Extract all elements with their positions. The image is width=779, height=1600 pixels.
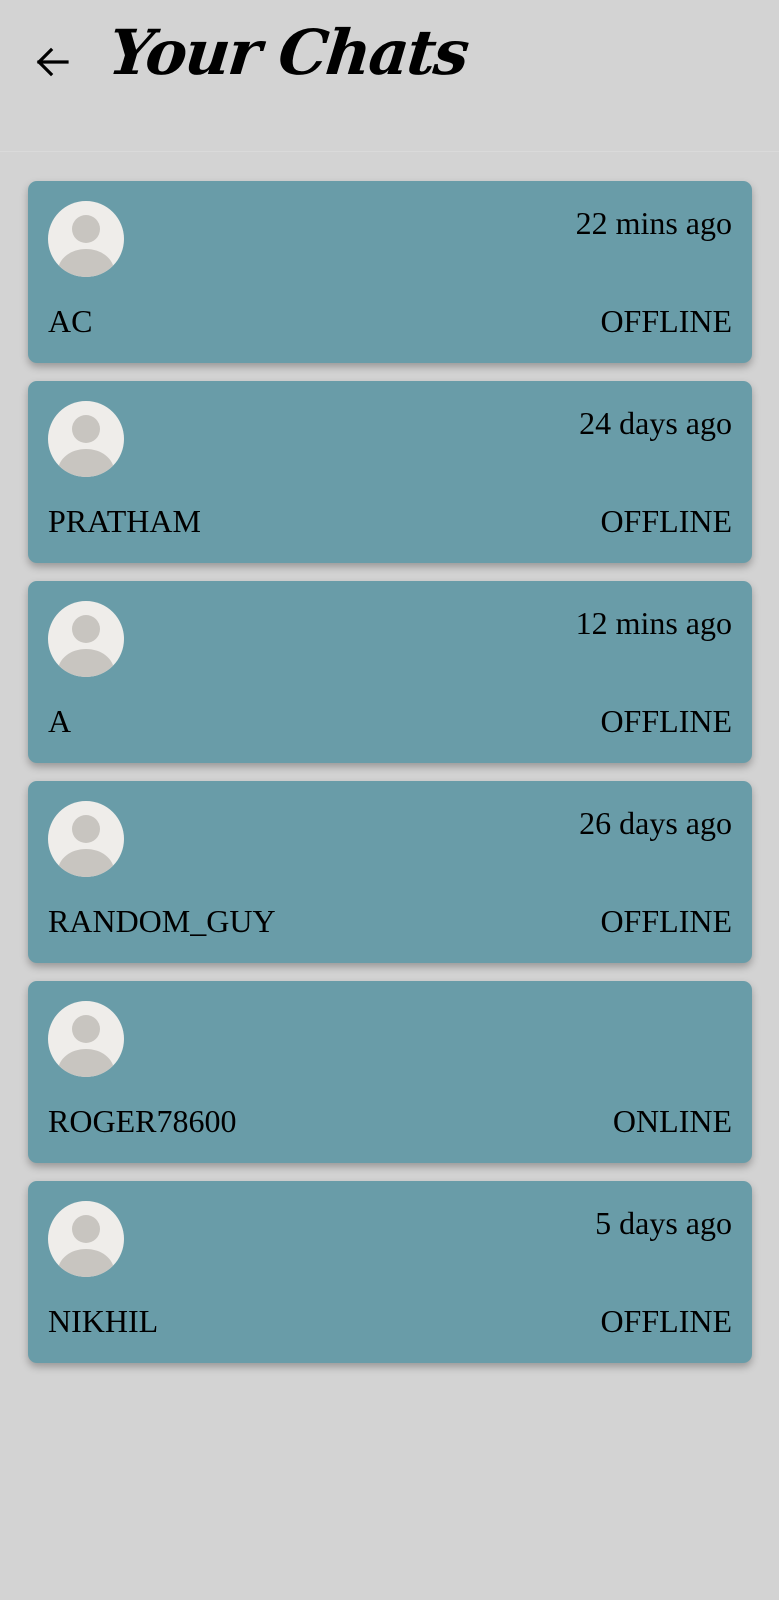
chat-username: NIKHIL (48, 1303, 159, 1339)
online-status: OFFLINE (600, 503, 732, 539)
last-seen-time: 12 mins ago (575, 605, 732, 641)
chat-username: PRATHAM (48, 503, 201, 539)
arrow-left-icon (36, 47, 69, 77)
last-seen-time: 22 mins ago (575, 205, 732, 241)
default-user-avatar-icon (48, 1001, 124, 1077)
chat-username: ROGER78600 (48, 1103, 237, 1139)
default-user-avatar-icon (48, 801, 124, 877)
last-seen-time: 24 days ago (579, 405, 732, 441)
online-status: OFFLINE (600, 703, 732, 739)
app-header: Your Chats (0, 0, 779, 152)
back-button[interactable] (34, 42, 74, 82)
online-status: OFFLINE (600, 903, 732, 939)
default-user-avatar-icon (48, 1201, 124, 1277)
last-seen-time: 5 days ago (595, 1205, 732, 1241)
chat-item[interactable]: 12 mins ago A OFFLINE (28, 581, 752, 763)
chat-username: A (48, 703, 72, 739)
chat-item[interactable]: 26 days ago RANDOM_GUY OFFLINE (28, 781, 752, 963)
chat-item[interactable]: 24 days ago PRATHAM OFFLINE (28, 381, 752, 563)
chat-item[interactable]: ROGER78600 ONLINE (28, 981, 752, 1163)
last-seen-time: 26 days ago (579, 805, 732, 841)
default-user-avatar-icon (48, 601, 124, 677)
chat-item[interactable]: 5 days ago NIKHIL OFFLINE (28, 1181, 752, 1363)
chat-username: RANDOM_GUY (48, 903, 276, 939)
default-user-avatar-icon (48, 401, 124, 477)
page-title: Your Chats (105, 16, 471, 89)
online-status: OFFLINE (600, 303, 732, 339)
default-user-avatar-icon (48, 201, 124, 277)
chat-item[interactable]: 22 mins ago AC OFFLINE (28, 181, 752, 363)
online-status: ONLINE (612, 1103, 732, 1139)
online-status: OFFLINE (600, 1303, 732, 1339)
chat-username: AC (48, 303, 93, 339)
chat-list: 22 mins ago AC OFFLINE 24 days ago PRATH… (28, 181, 752, 1381)
